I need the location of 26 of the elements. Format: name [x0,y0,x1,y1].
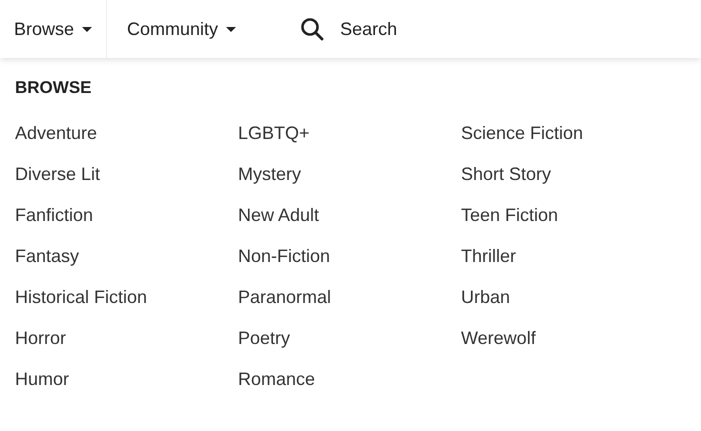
genre-link[interactable]: Werewolf [461,327,684,349]
genre-link[interactable]: LGBTQ+ [238,122,461,144]
nav-tab[interactable]: Community [107,0,250,58]
genre-link[interactable]: Diverse Lit [15,163,238,185]
caret-icon [82,26,92,32]
genre-link[interactable]: Short Story [461,163,684,185]
genre-link[interactable]: Historical Fiction [15,286,238,308]
nav-tab[interactable]: Browse [0,0,108,58]
genre-link[interactable]: Humor [15,368,238,390]
genre-link[interactable]: Adventure [15,122,238,144]
genre-link[interactable]: Fanfiction [15,204,238,226]
genre-link[interactable]: New Adult [238,204,461,226]
menu-heading: BROWSE [15,78,92,98]
caret-icon [226,26,236,32]
genre-link[interactable]: Paranormal [238,286,461,308]
genre-link[interactable]: Mystery [238,163,461,185]
genre-link[interactable]: Thriller [461,245,684,267]
genre-link[interactable]: Teen Fiction [461,204,684,226]
genre-link[interactable]: Non-Fiction [238,245,461,267]
genre-link[interactable]: Science Fiction [461,122,684,144]
genre-link[interactable]: Urban [461,286,684,308]
genre-link[interactable]: Horror [15,327,238,349]
genre-link[interactable]: Fantasy [15,245,238,267]
genre-link[interactable]: Poetry [238,327,461,349]
search-icon [300,17,324,41]
genre-link[interactable]: Romance [238,368,461,390]
